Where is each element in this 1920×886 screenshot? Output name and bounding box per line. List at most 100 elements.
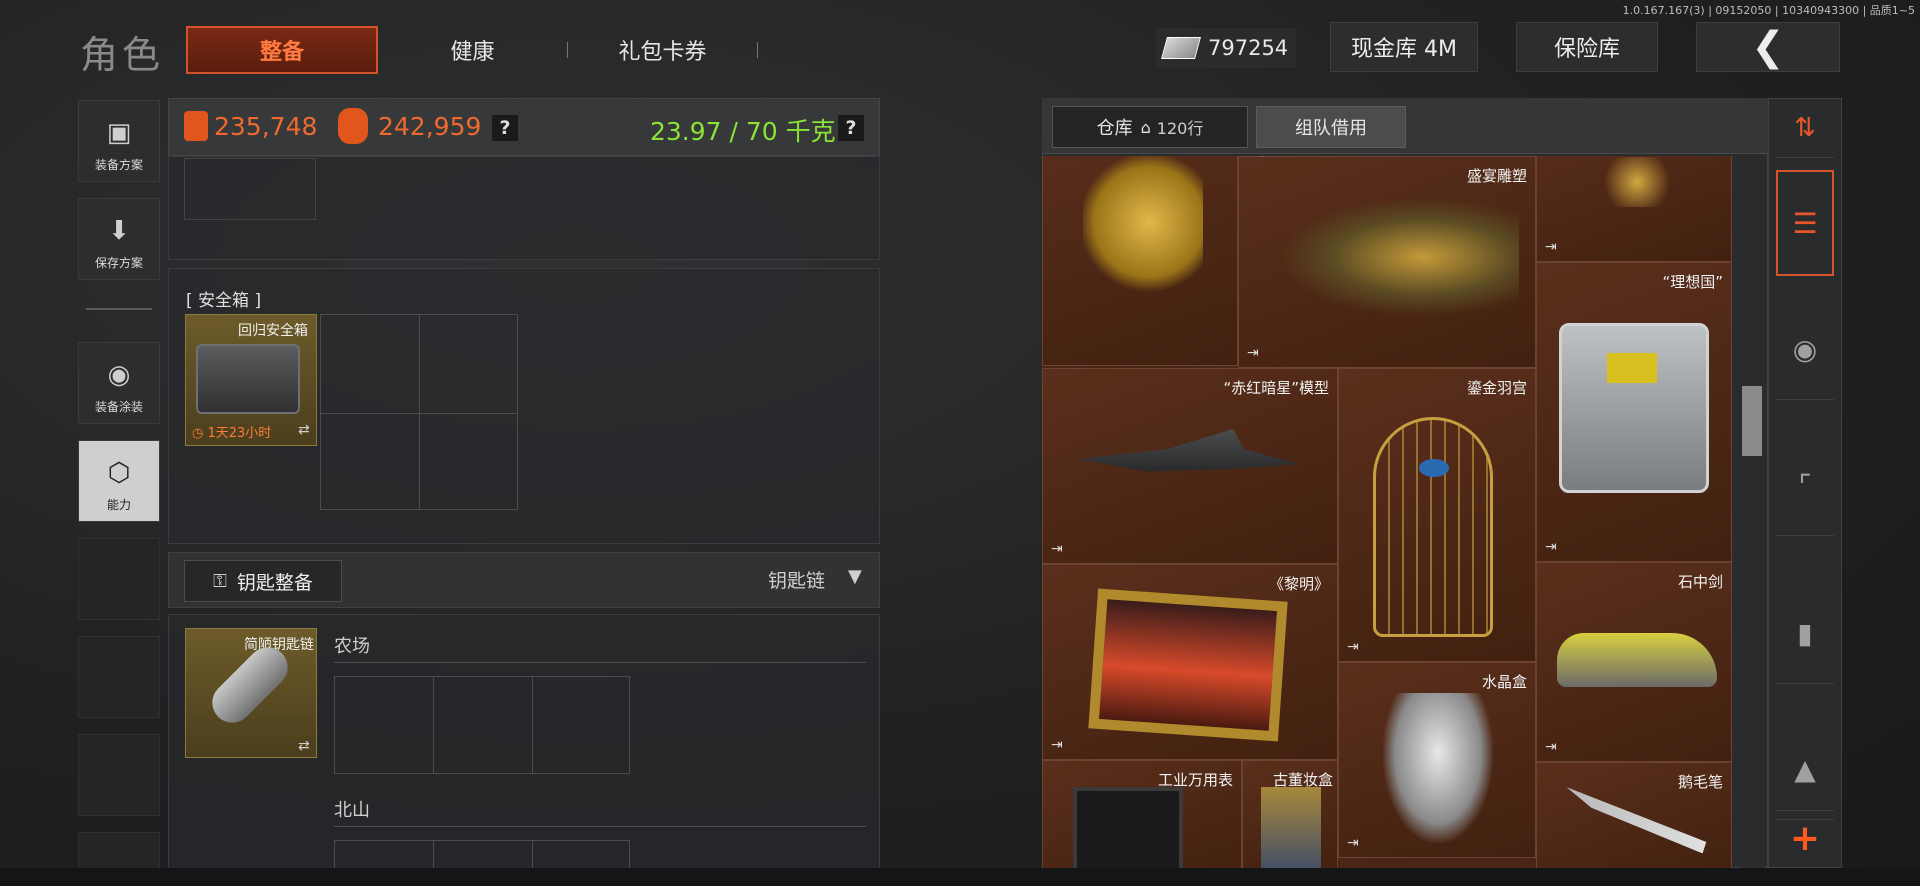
item-name: 《黎明》 [1268, 575, 1329, 593]
sidebar-label: 保存方案 [94, 256, 143, 270]
item-name: 盛宴雕塑 [1466, 167, 1527, 185]
sidebar-label: 装备方案 [94, 158, 143, 172]
item-name: 水晶盒 [1481, 673, 1527, 691]
item-name: “理想国” [1662, 273, 1723, 291]
key-icon: ⚿ [213, 570, 227, 592]
sidebar-ability[interactable]: ⬡ 能力 [78, 440, 160, 522]
sidebar-gear-skin[interactable]: ◉ 装备涂装 [78, 342, 160, 424]
sidebar-empty-slot [78, 538, 160, 620]
warehouse-item[interactable]: “理想国” ⇥ [1536, 262, 1732, 562]
region-label: 农场 [334, 636, 370, 657]
ammo-icon[interactable]: ▲ [1776, 720, 1834, 820]
crystal-box-image [1383, 693, 1493, 843]
warehouse-item[interactable]: 工业万用表 [1042, 760, 1242, 868]
magazine-icon[interactable]: ▮ [1776, 584, 1834, 684]
warehouse-scrollbar[interactable] [1740, 156, 1764, 868]
item-name: 鎏金羽宫 [1466, 379, 1527, 397]
vest-icon: ▣ [106, 118, 132, 148]
sidebar-save-plan[interactable]: ⬇ 保存方案 [78, 198, 160, 280]
help-button[interactable]: ? [492, 115, 518, 141]
item-name: 鹅毛笔 [1677, 773, 1723, 791]
warehouse-item[interactable]: 石中剑 ⇥ [1536, 562, 1732, 762]
add-icon[interactable]: + [1776, 810, 1834, 866]
rifle-icon[interactable]: ⌜ [1776, 436, 1834, 536]
warehouse-tab-label: 仓库 [1096, 118, 1133, 139]
bottom-edge [0, 868, 1920, 886]
all-items-icon[interactable]: ☰ [1776, 170, 1834, 276]
sort-icon[interactable]: ⇅ [1776, 98, 1834, 158]
warehouse-item[interactable]: “赤红暗星”模型 ⇥ [1042, 368, 1338, 564]
birdcage-image [1373, 417, 1493, 637]
divider [334, 662, 866, 663]
lightning-hex-icon: ⬡ [107, 458, 131, 488]
stat-value-1: 235,748 [214, 112, 318, 141]
exit-icon[interactable]: ⇥ [1545, 539, 1557, 555]
cash-icon [1161, 37, 1201, 59]
exit-icon[interactable]: ⇥ [1347, 835, 1359, 851]
region-label: 北山 [334, 800, 370, 821]
exit-icon[interactable]: ⇥ [1347, 639, 1359, 655]
gold-statue-image [1597, 157, 1677, 207]
exit-icon[interactable]: ⇥ [1051, 737, 1063, 753]
warehouse-item[interactable]: 盛宴雕塑 ⇥ [1238, 156, 1536, 368]
chevron-down-icon[interactable]: ▼ [848, 566, 862, 587]
helmet-icon[interactable]: ◉ [1776, 300, 1834, 400]
jet-model-image [1079, 429, 1299, 472]
scrollbar-thumb[interactable] [1742, 386, 1762, 456]
tab-divider [757, 42, 758, 58]
stat-value-2: 242,959 [378, 112, 482, 141]
tab-team-borrow[interactable]: 组队借用 [1256, 106, 1406, 148]
sidebar-label: 装备涂装 [94, 400, 143, 414]
item-name: 石中剑 [1677, 573, 1723, 591]
exit-icon[interactable]: ⇥ [1545, 239, 1557, 255]
sidebar-label: 能力 [106, 498, 131, 512]
safe-box-timer: ◷ 1天23小时 [192, 426, 272, 441]
warehouse-item-partial: ⇥ [1042, 156, 1264, 166]
warehouse-item[interactable]: ⇥ [1536, 156, 1732, 262]
exit-icon[interactable]: ⇥ [1252, 156, 1264, 162]
safe-box-item-name: 回归安全箱 [238, 323, 308, 339]
exit-icon[interactable]: ⇥ [1247, 345, 1259, 361]
tab-warehouse[interactable]: 仓库 ⌂ 120行 [1052, 106, 1248, 148]
case-image [1559, 323, 1709, 493]
warehouse-item[interactable]: 《黎明》 ⇥ [1042, 564, 1338, 760]
tab-gear[interactable]: 整备 [186, 26, 378, 74]
swap-icon[interactable]: ⇄ [298, 738, 310, 754]
house-icon: ⌂ [1140, 117, 1151, 137]
hazard-label [1607, 353, 1657, 383]
safe-box-grid[interactable] [320, 314, 518, 510]
warehouse-item[interactable]: 古董妆盒 [1242, 760, 1338, 868]
tab-gift-cards[interactable]: 礼包卡券 [590, 26, 735, 74]
version-text: 1.0.167.167(3) | 09152050 | 10340943300 … [1622, 4, 1915, 17]
sidebar-empty-slot [78, 832, 160, 872]
help-button[interactable]: ? [838, 115, 864, 141]
cash-vault-button[interactable]: 现金库 4M [1330, 22, 1478, 72]
money-display: 797254 [1156, 28, 1296, 68]
bird-image [1419, 459, 1449, 477]
key-equip-button[interactable]: ⚿ 钥匙整备 [184, 560, 342, 602]
warehouse-item[interactable] [1042, 156, 1238, 366]
back-button[interactable]: ❮ [1696, 22, 1840, 72]
timer-text: 1天23小时 [207, 426, 272, 441]
exit-icon[interactable]: ⇥ [1545, 739, 1557, 755]
swap-icon[interactable]: ⇄ [298, 422, 310, 438]
tab-health[interactable]: 健康 [400, 26, 545, 74]
chevron-left-icon: ❮ [1751, 24, 1785, 70]
warehouse-item[interactable]: 鎏金羽宫 ⇥ [1338, 368, 1536, 662]
safe-vault-button[interactable]: 保险库 [1516, 22, 1658, 72]
exit-icon[interactable]: ⇥ [1051, 541, 1063, 557]
gear-slot[interactable] [184, 158, 316, 220]
money-value: 797254 [1208, 36, 1289, 60]
divider [334, 826, 866, 827]
tab-divider [567, 42, 568, 58]
keychain-item-name: 简陋钥匙链 [244, 637, 314, 653]
item-name: “赤红暗星”模型 [1223, 379, 1329, 397]
keychain-dropdown[interactable]: 钥匙链 [768, 566, 825, 593]
page-title: 角色 [80, 33, 165, 77]
sidebar-gear-plan[interactable]: ▣ 装备方案 [78, 100, 160, 182]
safe-box-label: [ 安全箱 ] [186, 291, 262, 311]
key-slot-grid[interactable] [334, 676, 630, 774]
warehouse-grid: 盛宴雕塑 ⇥ ⇥ ⇥ “理想国” ⇥ “赤红暗星”模型 ⇥ 鎏金羽宫 ⇥ 《黎明… [1042, 156, 1732, 868]
warehouse-item[interactable]: 鹅毛笔 [1536, 762, 1732, 868]
warehouse-item[interactable]: 水晶盒 ⇥ [1338, 662, 1536, 858]
